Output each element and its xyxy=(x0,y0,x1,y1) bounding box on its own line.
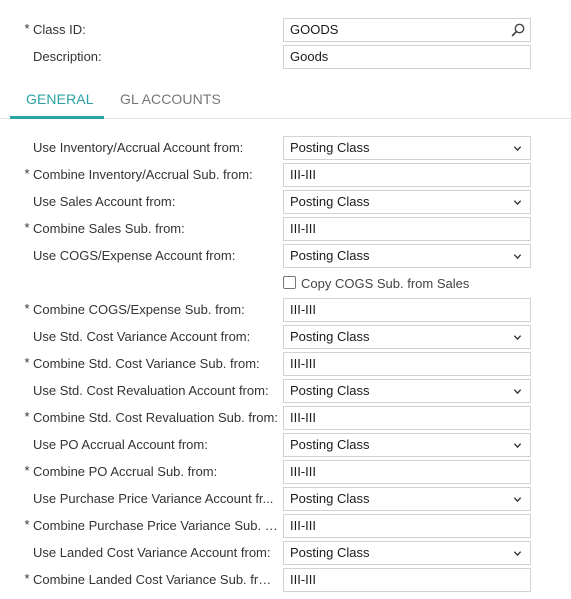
class-id-value: GOODS xyxy=(290,22,339,37)
subaccount-mask-input[interactable]: III-III xyxy=(283,406,531,430)
field-label: Combine Sales Sub. from: xyxy=(33,221,185,236)
chevron-down-icon[interactable] xyxy=(513,387,522,396)
account-source-select[interactable]: Posting Class xyxy=(283,190,531,214)
account-source-select[interactable]: Posting Class xyxy=(283,244,531,268)
form-row: * Combine Purchase Price Variance Sub. f.… xyxy=(0,514,571,538)
field-value: III-III xyxy=(290,464,316,479)
field-label: Use Std. Cost Revaluation Account from: xyxy=(33,383,269,398)
field-label: Combine Landed Cost Variance Sub. from: xyxy=(33,572,278,587)
field-label: Combine PO Accrual Sub. from: xyxy=(33,464,218,479)
chevron-down-icon[interactable] xyxy=(513,198,522,207)
chevron-down-icon[interactable] xyxy=(513,252,522,261)
required-marker: * xyxy=(24,463,30,478)
class-id-row: * Class ID: GOODS xyxy=(0,18,571,42)
subaccount-mask-input[interactable]: III-III xyxy=(283,568,531,592)
required-marker: * xyxy=(24,166,30,181)
subaccount-mask-input[interactable]: III-III xyxy=(283,352,531,376)
field-value: III-III xyxy=(290,572,316,587)
field-value: Posting Class xyxy=(290,194,370,209)
field-value: Posting Class xyxy=(290,383,370,398)
form-row: Use Sales Account from: Posting Class xyxy=(0,190,571,214)
field-value: III-III xyxy=(290,356,316,371)
field-value: III-III xyxy=(290,518,316,533)
subaccount-mask-input[interactable]: III-III xyxy=(283,217,531,241)
field-label: Combine Purchase Price Variance Sub. f..… xyxy=(33,518,278,533)
required-marker: * xyxy=(24,355,30,370)
copy-cogs-sub-label: Copy COGS Sub. from Sales xyxy=(301,276,470,291)
account-source-select[interactable]: Posting Class xyxy=(283,379,531,403)
chevron-down-icon[interactable] xyxy=(513,441,522,450)
form-row: * Combine COGS/Expense Sub. from: III-III xyxy=(0,298,571,322)
field-label: Use Inventory/Accrual Account from: xyxy=(33,140,244,155)
active-tab-indicator xyxy=(10,116,104,119)
field-value: Posting Class xyxy=(290,329,370,344)
tab-general[interactable]: GENERAL xyxy=(26,91,94,107)
form-row: Use Std. Cost Variance Account from: Post… xyxy=(0,325,571,349)
tab-gl-accounts[interactable]: GL ACCOUNTS xyxy=(120,91,221,107)
tab-bar: GENERAL GL ACCOUNTS xyxy=(0,82,571,119)
subaccount-mask-input[interactable]: III-III xyxy=(283,460,531,484)
chevron-down-icon[interactable] xyxy=(513,333,522,342)
required-marker: * xyxy=(24,517,30,532)
subaccount-mask-input[interactable]: III-III xyxy=(283,163,531,187)
field-value: III-III xyxy=(290,221,316,236)
description-field[interactable]: Goods xyxy=(283,45,531,69)
field-value: Posting Class xyxy=(290,248,370,263)
copy-cogs-sub-checkbox[interactable] xyxy=(283,276,296,289)
form-row: Use Inventory/Accrual Account from: Posti… xyxy=(0,136,571,160)
field-label: Combine COGS/Expense Sub. from: xyxy=(33,302,245,317)
field-value: III-III xyxy=(290,410,316,425)
description-label: Description: xyxy=(33,49,102,64)
required-marker: * xyxy=(24,571,30,586)
account-source-select[interactable]: Posting Class xyxy=(283,136,531,160)
form-row: * Combine PO Accrual Sub. from: III-III xyxy=(0,460,571,484)
chevron-down-icon[interactable] xyxy=(513,549,522,558)
form-row: * Combine Landed Cost Variance Sub. from:… xyxy=(0,568,571,592)
field-label: Use PO Accrual Account from: xyxy=(33,437,208,452)
field-value: III-III xyxy=(290,302,316,317)
account-source-select[interactable]: Posting Class xyxy=(283,433,531,457)
form-row: Use COGS/Expense Account from: Posting Cl… xyxy=(0,244,571,268)
field-value: Posting Class xyxy=(290,545,370,560)
field-label: Use Sales Account from: xyxy=(33,194,176,209)
form-row: * Combine Inventory/Accrual Sub. from: III… xyxy=(0,163,571,187)
field-value: Posting Class xyxy=(290,140,370,155)
form-row: * Combine Std. Cost Variance Sub. from: II… xyxy=(0,352,571,376)
description-row: Description: Goods xyxy=(0,45,571,69)
subaccount-mask-input[interactable]: III-III xyxy=(283,514,531,538)
required-marker: * xyxy=(24,220,30,235)
form-row: Use Purchase Price Variance Account fr..… xyxy=(0,487,571,511)
form-row: * Combine Sales Sub. from: III-III xyxy=(0,217,571,241)
field-value: Posting Class xyxy=(290,437,370,452)
account-source-select[interactable]: Posting Class xyxy=(283,325,531,349)
account-source-select[interactable]: Posting Class xyxy=(283,487,531,511)
field-value: III-III xyxy=(290,167,316,182)
field-label: Combine Std. Cost Variance Sub. from: xyxy=(33,356,260,371)
chevron-down-icon[interactable] xyxy=(513,144,522,153)
form-row: Use PO Accrual Account from: Posting Clas… xyxy=(0,433,571,457)
form-row: * Combine Std. Cost Revaluation Sub. from… xyxy=(0,406,571,430)
field-label: Use Landed Cost Variance Account from: xyxy=(33,545,271,560)
chevron-down-icon[interactable] xyxy=(513,495,522,504)
subaccount-mask-input[interactable]: III-III xyxy=(283,298,531,322)
field-value: Posting Class xyxy=(290,491,370,506)
form-row: Use Landed Cost Variance Account from: Po… xyxy=(0,541,571,565)
account-source-select[interactable]: Posting Class xyxy=(283,541,531,565)
search-icon[interactable] xyxy=(510,22,526,38)
class-id-field[interactable]: GOODS xyxy=(283,18,531,42)
class-id-label: Class ID: xyxy=(33,22,86,37)
field-label: Combine Inventory/Accrual Sub. from: xyxy=(33,167,253,182)
field-label: Use COGS/Expense Account from: xyxy=(33,248,236,263)
required-marker: * xyxy=(24,409,30,424)
required-marker: * xyxy=(24,301,30,316)
field-label: Combine Std. Cost Revaluation Sub. from: xyxy=(33,410,278,425)
field-label: Use Purchase Price Variance Account fr..… xyxy=(33,491,274,506)
description-value: Goods xyxy=(290,49,329,64)
form-row: Use Std. Cost Revaluation Account from: P… xyxy=(0,379,571,403)
required-marker: * xyxy=(24,21,30,36)
field-label: Use Std. Cost Variance Account from: xyxy=(33,329,251,344)
